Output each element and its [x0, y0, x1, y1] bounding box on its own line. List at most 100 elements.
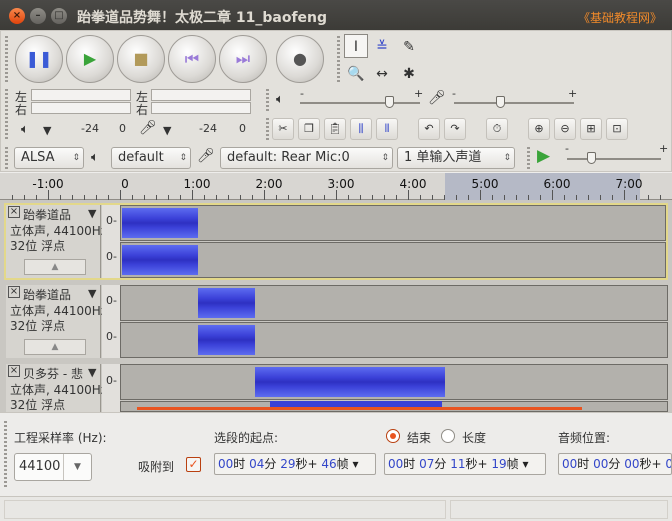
- microphone-icon[interactable]: 🎤︎: [139, 120, 157, 136]
- record-meter-right[interactable]: [151, 102, 251, 114]
- selection-start-field[interactable]: 00时 04分 29秒+ 46帧 ▾: [214, 453, 376, 475]
- time-digit[interactable]: 00: [593, 457, 608, 471]
- draw-tool[interactable]: ✎: [397, 34, 421, 58]
- time-digit[interactable]: 00: [624, 457, 639, 471]
- end-radio[interactable]: [386, 429, 400, 443]
- chevron-down-icon[interactable]: ▼: [43, 124, 51, 137]
- speed-slider[interactable]: [567, 158, 661, 160]
- playback-meter-right[interactable]: [31, 102, 131, 114]
- chevron-down-icon[interactable]: ▼: [63, 454, 91, 480]
- toolbar-grip[interactable]: [5, 89, 8, 139]
- track-name[interactable]: 跆拳道品: [23, 286, 71, 303]
- input-channels-select[interactable]: 1 单输入声道 ⇕: [397, 147, 515, 169]
- audio-clip[interactable]: [122, 208, 198, 238]
- multi-tool[interactable]: ✱: [397, 61, 421, 85]
- waveform-channel[interactable]: [120, 205, 666, 241]
- selection-end-field[interactable]: 00时 07分 11秒+ 19帧 ▾: [384, 453, 546, 475]
- waveform-channel[interactable]: [120, 242, 666, 278]
- length-radio[interactable]: [441, 429, 455, 443]
- time-digit[interactable]: 00: [388, 457, 403, 471]
- fit-selection-button[interactable]: ⊞: [580, 118, 602, 140]
- playback-meter-left[interactable]: [31, 89, 131, 101]
- maximize-window-button[interactable]: □: [51, 8, 67, 24]
- audio-clip[interactable]: [255, 367, 445, 397]
- time-digit[interactable]: 00: [665, 457, 671, 471]
- speaker-icon[interactable]: 🔈︎: [21, 122, 29, 137]
- toolbar-grip[interactable]: [337, 36, 340, 84]
- close-window-button[interactable]: ×: [9, 8, 25, 24]
- track-control-panel[interactable]: × 贝多芬 - 悲 ▼ 立体声, 44100Hz 32位 浮点: [6, 364, 107, 412]
- time-digit[interactable]: 19: [491, 457, 506, 471]
- playback-volume-slider[interactable]: [300, 102, 420, 104]
- collapse-track-button[interactable]: ▲: [24, 259, 86, 275]
- time-digit[interactable]: 04: [249, 457, 264, 471]
- chevron-down-icon[interactable]: ▼: [163, 124, 171, 137]
- copy-button[interactable]: ❐: [298, 118, 320, 140]
- chevron-down-icon[interactable]: ▼: [88, 366, 96, 379]
- cut-button[interactable]: ✂: [272, 118, 294, 140]
- stop-button[interactable]: ■: [117, 35, 165, 83]
- zoom-in-button[interactable]: ⊕: [528, 118, 550, 140]
- undo-button[interactable]: ↶: [418, 118, 440, 140]
- chevron-down-icon[interactable]: ▼: [88, 287, 96, 300]
- toolbar-grip[interactable]: [5, 36, 8, 84]
- chevron-down-icon[interactable]: ▾: [352, 457, 358, 471]
- close-track-icon[interactable]: ×: [8, 206, 20, 218]
- track-name[interactable]: 跆拳道品: [23, 206, 71, 223]
- toolbar-grip[interactable]: [266, 89, 269, 113]
- skip-to-start-button[interactable]: ⏮: [168, 35, 216, 83]
- audio-clip[interactable]: [198, 325, 255, 355]
- sync-lock-button[interactable]: ⏱: [486, 118, 508, 140]
- speed-thumb[interactable]: [586, 152, 596, 164]
- time-digit[interactable]: 00: [218, 457, 233, 471]
- paste-button[interactable]: 📋︎: [324, 118, 346, 140]
- chevron-down-icon[interactable]: ▼: [88, 207, 96, 220]
- toolbar-grip[interactable]: [4, 421, 7, 487]
- audio-clip[interactable]: [270, 401, 442, 407]
- close-track-icon[interactable]: ×: [8, 286, 20, 298]
- time-digit[interactable]: 29: [280, 457, 295, 471]
- time-digit[interactable]: 00: [562, 457, 577, 471]
- timeline-ruler[interactable]: -1:00 0 1:00 2:00 3:00 4:00 5:00 6:00 7:00: [0, 173, 672, 200]
- record-button[interactable]: ●: [276, 35, 324, 83]
- toolbar-grip[interactable]: [5, 147, 8, 169]
- audio-position-field[interactable]: 00时 00分 00秒+ 00: [558, 453, 672, 475]
- record-volume-slider[interactable]: [454, 102, 574, 104]
- selection-tool[interactable]: I: [344, 34, 368, 58]
- trim-button[interactable]: ⫼: [350, 118, 372, 140]
- zoom-out-button[interactable]: ⊖: [554, 118, 576, 140]
- time-shift-tool[interactable]: ↔: [370, 61, 394, 85]
- toolbar-grip[interactable]: [527, 147, 530, 169]
- audio-clip[interactable]: [122, 245, 198, 275]
- skip-to-end-button[interactable]: ⏭: [219, 35, 267, 83]
- silence-button[interactable]: ⫴: [376, 118, 398, 140]
- pause-button[interactable]: ❚❚: [15, 35, 63, 83]
- audio-clip[interactable]: [198, 288, 255, 318]
- output-device-select[interactable]: default ⇕: [111, 147, 191, 169]
- minimize-window-button[interactable]: –: [30, 8, 46, 24]
- redo-button[interactable]: ↷: [444, 118, 466, 140]
- chevron-down-icon[interactable]: ▾: [522, 457, 528, 471]
- zoom-tool[interactable]: 🔍: [344, 61, 368, 85]
- audio-host-select[interactable]: ALSA ⇕: [14, 147, 84, 169]
- time-digit[interactable]: 46: [321, 457, 336, 471]
- envelope-tool[interactable]: ≚: [370, 34, 394, 58]
- close-track-icon[interactable]: ×: [8, 365, 20, 377]
- play-button[interactable]: ▶: [66, 35, 114, 83]
- snap-to-checkbox[interactable]: ✓: [186, 457, 201, 472]
- time-digit[interactable]: 11: [450, 457, 465, 471]
- record-meter-left[interactable]: [151, 89, 251, 101]
- toolbar-grip[interactable]: [266, 118, 269, 142]
- input-device-select[interactable]: default: Rear Mic:0 ⇕: [220, 147, 393, 169]
- fit-project-button[interactable]: ⊡: [606, 118, 628, 140]
- track-name[interactable]: 贝多芬 - 悲: [23, 365, 83, 382]
- track-control-panel[interactable]: × 跆拳道品 ▼ 立体声, 44100Hz 32位 浮点 ▲: [6, 205, 107, 278]
- record-volume-thumb[interactable]: [495, 96, 505, 108]
- track-control-panel[interactable]: × 跆拳道品 ▼ 立体声, 44100Hz 32位 浮点 ▲: [6, 285, 107, 358]
- playback-volume-thumb[interactable]: [384, 96, 394, 108]
- collapse-track-button[interactable]: ▲: [24, 339, 86, 355]
- snap-to-label: 吸附到: [138, 460, 175, 474]
- time-digit[interactable]: 07: [419, 457, 434, 471]
- project-rate-select[interactable]: 44100 ▼: [14, 453, 92, 481]
- play-at-speed-button[interactable]: ▶: [537, 146, 550, 166]
